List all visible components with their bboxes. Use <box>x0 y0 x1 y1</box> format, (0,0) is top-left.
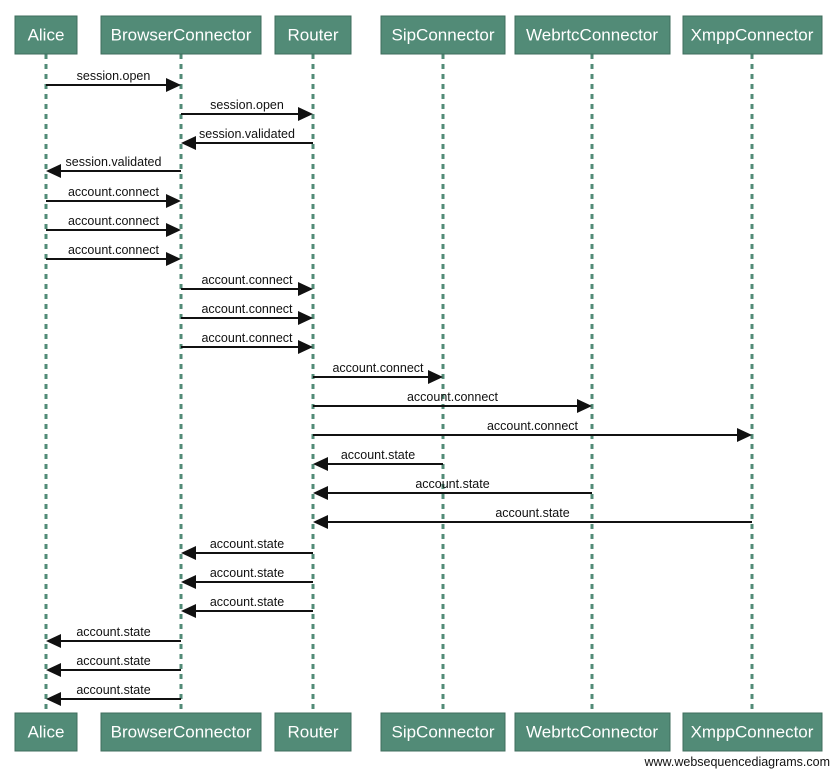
message-arrowhead-1 <box>166 78 181 92</box>
message-label-11: account.connect <box>332 361 424 375</box>
actor-footer-xmpp: XmppConnector <box>682 712 823 752</box>
message-label-13: account.connect <box>487 419 579 433</box>
message-label-15: account.state <box>415 477 489 491</box>
actor-footers: Alice BrowserConnector Router SipConnector W… <box>14 712 823 752</box>
message-21: account.state <box>46 654 181 677</box>
actor-label-alice: Alice <box>28 722 65 741</box>
actor-footer-webrtc: WebrtcConnector <box>514 712 671 752</box>
message-label-10: account.connect <box>201 331 293 345</box>
message-arrowhead-18 <box>181 575 196 589</box>
message-arrowhead-14 <box>313 457 328 471</box>
message-11: account.connect <box>313 361 443 384</box>
actor-header-xmpp: XmppConnector <box>682 15 823 55</box>
message-label-4: session.validated <box>66 155 162 169</box>
message-13: account.connect <box>313 419 752 442</box>
message-label-17: account.state <box>210 537 284 551</box>
message-arrowhead-15 <box>313 486 328 500</box>
actor-header-alice: Alice <box>14 15 78 55</box>
sequence-diagram-canvas: session.open session.open session.validate… <box>14 15 830 769</box>
message-9: account.connect <box>181 302 313 325</box>
message-arrowhead-19 <box>181 604 196 618</box>
message-18: account.state <box>181 566 313 589</box>
message-5: account.connect <box>46 185 181 208</box>
message-arrowhead-21 <box>46 663 61 677</box>
message-arrowhead-16 <box>313 515 328 529</box>
message-label-18: account.state <box>210 566 284 580</box>
actor-label-xmpp: XmppConnector <box>691 722 814 741</box>
message-arrowhead-2 <box>298 107 313 121</box>
message-19: account.state <box>181 595 313 618</box>
actor-label-browser: BrowserConnector <box>111 722 252 741</box>
message-label-1: session.open <box>77 69 151 83</box>
message-22: account.state <box>46 683 181 706</box>
actor-label-xmpp: XmppConnector <box>691 25 814 44</box>
message-arrowhead-12 <box>577 399 592 413</box>
message-label-7: account.connect <box>68 243 160 257</box>
message-arrowhead-13 <box>737 428 752 442</box>
message-2: session.open <box>181 98 313 121</box>
actor-header-sip: SipConnector <box>380 15 506 55</box>
message-label-12: account.connect <box>407 390 499 404</box>
message-arrowhead-20 <box>46 634 61 648</box>
actor-footer-browser: BrowserConnector <box>100 712 262 752</box>
actor-label-router: Router <box>287 25 338 44</box>
message-label-19: account.state <box>210 595 284 609</box>
message-arrowhead-7 <box>166 252 181 266</box>
message-4: session.validated <box>46 155 181 178</box>
message-label-21: account.state <box>76 654 150 668</box>
message-arrowhead-8 <box>298 282 313 296</box>
message-arrowhead-10 <box>298 340 313 354</box>
message-label-2: session.open <box>210 98 284 112</box>
actor-header-router: Router <box>274 15 352 55</box>
actor-label-router: Router <box>287 722 338 741</box>
message-arrowhead-3 <box>181 136 196 150</box>
message-14: account.state <box>313 448 443 471</box>
message-1: session.open <box>46 69 181 92</box>
actor-label-webrtc: WebrtcConnector <box>526 722 658 741</box>
actor-label-sip: SipConnector <box>391 25 494 44</box>
actor-footer-alice: Alice <box>14 712 78 752</box>
message-7: account.connect <box>46 243 181 266</box>
message-label-5: account.connect <box>68 185 160 199</box>
actor-label-webrtc: WebrtcConnector <box>526 25 658 44</box>
actor-label-alice: Alice <box>28 25 65 44</box>
actor-label-browser: BrowserConnector <box>111 25 252 44</box>
message-arrowhead-9 <box>298 311 313 325</box>
message-arrowhead-17 <box>181 546 196 560</box>
message-10: account.connect <box>181 331 313 354</box>
messages-layer: session.open session.open session.validate… <box>46 69 752 706</box>
message-label-14: account.state <box>341 448 415 462</box>
message-label-16: account.state <box>495 506 569 520</box>
message-arrowhead-5 <box>166 194 181 208</box>
message-label-22: account.state <box>76 683 150 697</box>
message-20: account.state <box>46 625 181 648</box>
message-15: account.state <box>313 477 592 500</box>
message-label-6: account.connect <box>68 214 160 228</box>
actor-header-browser: BrowserConnector <box>100 15 262 55</box>
message-12: account.connect <box>313 390 592 413</box>
message-label-20: account.state <box>76 625 150 639</box>
actor-header-webrtc: WebrtcConnector <box>514 15 671 55</box>
message-label-3: session.validated <box>199 127 295 141</box>
message-arrowhead-6 <box>166 223 181 237</box>
message-8: account.connect <box>181 273 313 296</box>
actor-footer-sip: SipConnector <box>380 712 506 752</box>
message-label-9: account.connect <box>201 302 293 316</box>
message-6: account.connect <box>46 214 181 237</box>
message-17: account.state <box>181 537 313 560</box>
actor-label-sip: SipConnector <box>391 722 494 741</box>
actor-headers: Alice BrowserConnector Router SipConnector W… <box>14 15 823 55</box>
actor-footer-router: Router <box>274 712 352 752</box>
message-3: session.validated <box>181 127 313 150</box>
message-16: account.state <box>313 506 752 529</box>
message-arrowhead-22 <box>46 692 61 706</box>
message-label-8: account.connect <box>201 273 293 287</box>
message-arrowhead-11 <box>428 370 443 384</box>
sequence-diagram: session.open session.open session.validate… <box>0 0 838 774</box>
watermark: www.websequencediagrams.com <box>643 755 830 769</box>
lifelines-layer <box>44 54 754 713</box>
message-arrowhead-4 <box>46 164 61 178</box>
